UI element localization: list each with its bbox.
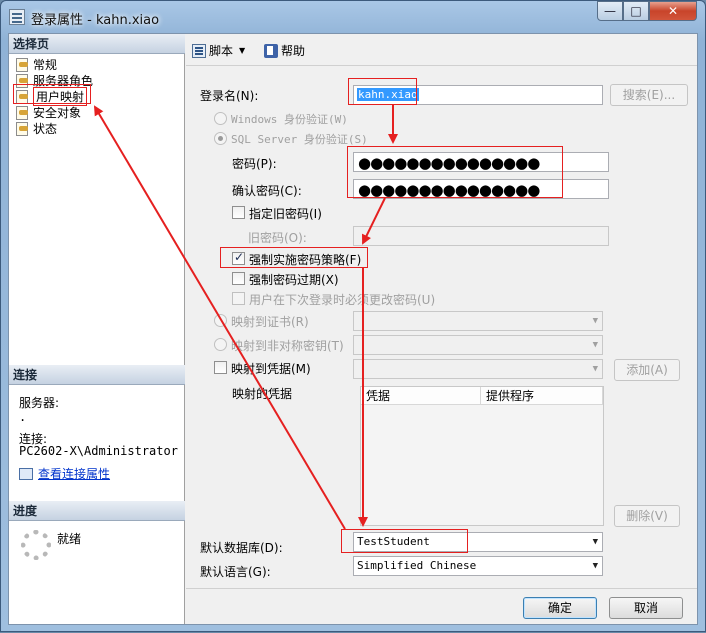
default-language-label: 默认语言(G): bbox=[200, 565, 271, 579]
progress-spinner-icon bbox=[21, 530, 51, 560]
mapped-credentials-grid[interactable]: 凭据 提供程序 bbox=[360, 386, 604, 526]
cancel-button[interactable]: 取消 bbox=[609, 597, 683, 619]
server-value: . bbox=[19, 410, 27, 424]
certificate-select[interactable]: ▼ bbox=[353, 311, 603, 331]
default-database-label: 默认数据库(D): bbox=[200, 541, 283, 555]
login-name-input[interactable]: kahn.xiao bbox=[353, 85, 603, 105]
remove-credential-button[interactable]: 删除(V) bbox=[614, 505, 680, 527]
dialog-client: 选择页 常规 服务器角色 用户映射 安全对象 状态 连接 服务器: . 连接: … bbox=[8, 33, 698, 625]
windows-auth-radio[interactable] bbox=[214, 112, 227, 125]
page-item-general[interactable]: 常规 bbox=[15, 56, 57, 72]
sql-auth-label: SQL Server 身份验证(S) bbox=[231, 133, 368, 146]
password-input[interactable]: ●●●●●●●●●●●●●●● bbox=[353, 152, 609, 172]
page-icon bbox=[15, 89, 29, 104]
progress-header: 进度 bbox=[9, 501, 185, 521]
enforce-policy-checkbox[interactable] bbox=[232, 250, 245, 265]
page-item-securables[interactable]: 安全对象 bbox=[15, 104, 81, 120]
asymmetric-key-select[interactable]: ▼ bbox=[353, 335, 603, 355]
page-icon bbox=[15, 57, 29, 72]
page-item-user-mapping[interactable]: 用户映射 bbox=[15, 86, 88, 106]
connection-value: PC2602-X\Administrator bbox=[19, 444, 178, 458]
chevron-down-icon: ▼ bbox=[592, 316, 598, 326]
minimize-button[interactable]: — bbox=[597, 1, 623, 21]
map-credential-label: 映射到凭据(M) bbox=[231, 362, 311, 376]
dialog-footer: 确定 取消 bbox=[186, 588, 697, 624]
must-change-label: 用户在下次登录时必须更改密码(U) bbox=[249, 293, 436, 307]
mapped-credentials-label: 映射的凭据 bbox=[232, 387, 293, 401]
server-label: 服务器: bbox=[19, 396, 60, 410]
grid-header-credential[interactable]: 凭据 bbox=[361, 387, 481, 405]
windows-auth-label: Windows 身份验证(W) bbox=[231, 113, 348, 126]
view-connection-properties-link[interactable]: 查看连接属性 bbox=[38, 465, 110, 482]
old-password-input[interactable] bbox=[353, 226, 609, 246]
login-name-label: 登录名(N): bbox=[200, 89, 259, 103]
title-bar[interactable]: 登录属性 - kahn.xiao — □ ✕ bbox=[1, 1, 705, 33]
main-content: 脚本 ▼ 帮助 登录名(N): kahn.xiao 搜索(E)... Windo… bbox=[186, 34, 697, 588]
page-icon bbox=[15, 121, 29, 136]
grid-header-provider[interactable]: 提供程序 bbox=[481, 387, 603, 405]
specify-old-password-checkbox[interactable] bbox=[232, 206, 245, 219]
help-button[interactable]: 帮助 bbox=[264, 42, 305, 59]
chevron-down-icon: ▼ bbox=[592, 364, 598, 374]
page-icon bbox=[15, 73, 29, 88]
chevron-down-icon: ▼ bbox=[592, 340, 598, 350]
sql-auth-radio[interactable] bbox=[214, 132, 227, 145]
pages-header: 选择页 bbox=[9, 34, 185, 54]
map-asymmetric-key-radio[interactable] bbox=[214, 338, 227, 351]
page-icon bbox=[15, 105, 29, 120]
default-language-select[interactable]: Simplified Chinese ▼ bbox=[353, 556, 603, 576]
script-button[interactable]: 脚本 ▼ bbox=[192, 42, 245, 59]
script-icon bbox=[192, 43, 206, 58]
enforce-expiration-checkbox[interactable] bbox=[232, 272, 245, 285]
maximize-button[interactable]: □ bbox=[623, 1, 649, 21]
map-certificate-label: 映射到证书(R) bbox=[231, 315, 309, 329]
enforce-expiration-label: 强制密码过期(X) bbox=[249, 273, 339, 287]
login-properties-window: 登录属性 - kahn.xiao — □ ✕ 选择页 常规 服务器角色 用户映射… bbox=[0, 0, 706, 632]
connection-header: 连接 bbox=[9, 365, 185, 385]
ok-button[interactable]: 确定 bbox=[523, 597, 597, 619]
confirm-password-label: 确认密码(C): bbox=[232, 184, 302, 198]
credential-select[interactable]: ▼ bbox=[353, 359, 603, 379]
help-icon bbox=[264, 43, 278, 58]
enforce-policy-label: 强制实施密码策略(F) bbox=[249, 253, 362, 267]
chevron-down-icon[interactable]: ▼ bbox=[239, 46, 245, 55]
password-label: 密码(P): bbox=[232, 157, 277, 171]
sidebar: 选择页 常规 服务器角色 用户映射 安全对象 状态 连接 服务器: . 连接: … bbox=[9, 34, 185, 624]
page-item-status[interactable]: 状态 bbox=[15, 120, 57, 136]
window-title: 登录属性 - kahn.xiao bbox=[31, 13, 160, 28]
specify-old-password-label: 指定旧密码(I) bbox=[249, 207, 322, 221]
window-icon bbox=[9, 9, 25, 25]
map-credential-checkbox[interactable] bbox=[214, 361, 227, 374]
add-credential-button[interactable]: 添加(A) bbox=[614, 359, 680, 381]
view-connection-properties[interactable]: 查看连接属性 bbox=[19, 465, 110, 482]
chevron-down-icon: ▼ bbox=[592, 537, 598, 547]
must-change-checkbox[interactable] bbox=[232, 292, 245, 305]
toolbar: 脚本 ▼ 帮助 bbox=[186, 34, 697, 66]
default-database-select[interactable]: TestStudent ▼ bbox=[353, 532, 603, 552]
old-password-label: 旧密码(O): bbox=[248, 231, 307, 245]
chevron-down-icon: ▼ bbox=[592, 561, 598, 571]
search-button[interactable]: 搜索(E)... bbox=[610, 84, 688, 106]
confirm-password-input[interactable]: ●●●●●●●●●●●●●●● bbox=[353, 179, 609, 199]
properties-icon bbox=[19, 467, 33, 480]
close-button[interactable]: ✕ bbox=[649, 1, 697, 21]
progress-status: 就绪 bbox=[57, 532, 82, 546]
map-asymmetric-key-label: 映射到非对称密钥(T) bbox=[231, 339, 344, 353]
map-certificate-radio[interactable] bbox=[214, 314, 227, 327]
